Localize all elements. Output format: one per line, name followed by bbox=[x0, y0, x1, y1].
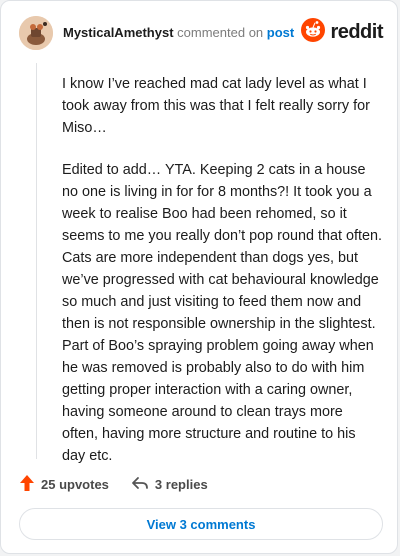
post-link[interactable]: post bbox=[267, 25, 294, 40]
replies-button[interactable]: 3 replies bbox=[131, 475, 208, 494]
upvote-arrow-icon bbox=[19, 474, 35, 495]
comment-actions: 25 upvotes 3 replies bbox=[19, 473, 208, 495]
action-text: commented on bbox=[177, 25, 264, 40]
avatar[interactable] bbox=[19, 16, 53, 50]
comment-paragraph: Edited to add… YTA. Keeping 2 cats in a … bbox=[62, 162, 382, 464]
comment-header: MysticalAmethyst commented on post reddi… bbox=[19, 16, 383, 50]
reply-count: 3 replies bbox=[154, 476, 208, 492]
comment-paragraph: I know I’ve reached mad cat lady level a… bbox=[62, 76, 370, 136]
reply-arrow-icon bbox=[131, 475, 149, 494]
author-name[interactable]: MysticalAmethyst bbox=[63, 25, 174, 40]
upvote-button[interactable]: 25 upvotes bbox=[19, 474, 109, 495]
comment-meta: MysticalAmethyst commented on post bbox=[63, 25, 294, 40]
comment-body: I know I’ve reached mad cat lady level a… bbox=[62, 73, 382, 487]
comment-card: MysticalAmethyst commented on post reddi… bbox=[0, 0, 398, 554]
reddit-wordmark: reddit bbox=[330, 20, 383, 43]
reddit-brand[interactable]: reddit bbox=[301, 17, 383, 47]
upvote-count: 25 upvotes bbox=[41, 476, 109, 492]
thread-line bbox=[36, 63, 37, 459]
reddit-snoo-icon bbox=[301, 17, 326, 47]
view-comments-button[interactable]: View 3 comments bbox=[19, 508, 383, 540]
